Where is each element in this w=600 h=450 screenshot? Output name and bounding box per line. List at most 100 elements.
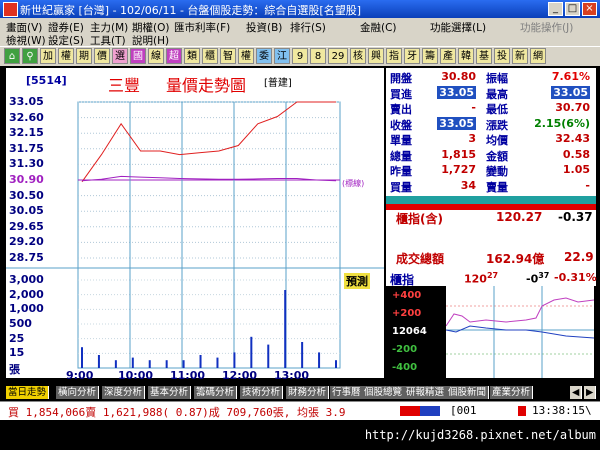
tab-chips[interactable]: 籌碼分析 [194, 386, 238, 399]
quote-value: 7.61% [551, 70, 590, 83]
toolbar-btn-19[interactable]: 興 [368, 48, 384, 64]
toolbar-btn-21[interactable]: 牙 [404, 48, 420, 64]
y-tick-label: 28.75 [9, 251, 44, 264]
toolbar-btn-14[interactable]: 江 [274, 48, 290, 64]
volume-bar [233, 352, 236, 368]
menu-invest[interactable]: 投資(B) [246, 20, 282, 35]
tab-depth[interactable]: 深度分析 [102, 386, 146, 399]
ref-line-label: (標線) [342, 179, 365, 188]
quote-row: 買進 33.05 最高 33.05 [386, 85, 594, 102]
menu-function-select[interactable]: 功能選擇(L) [430, 20, 486, 35]
volume-bar [267, 344, 270, 368]
status-time: 13:38:15\ [532, 404, 592, 417]
x-tick-label: 11:00 [170, 369, 206, 382]
quote-value: 2.15(6%) [534, 116, 590, 130]
close-button[interactable]: × [582, 2, 597, 16]
quote-value: 1.05 [562, 163, 590, 176]
status-indicator [400, 406, 440, 416]
menu-finance[interactable]: 金融(C) [360, 20, 397, 35]
y-tick-label: 33.05 [9, 95, 44, 108]
quote-label: 買進 [390, 87, 412, 101]
toolbar-btn-24[interactable]: 韓 [458, 48, 474, 64]
toolbar-btn-23[interactable]: 產 [440, 48, 456, 64]
menu-function-op[interactable]: 功能操作(J) [520, 20, 573, 35]
bid-ask-bar [386, 196, 596, 204]
volume-tick-label: 3,000 [9, 273, 44, 286]
status-code-value: 001 [456, 404, 477, 417]
quote-value: - [585, 178, 590, 192]
tab-industry[interactable]: 產業分析 [490, 386, 534, 399]
minimize-button[interactable]: _ [548, 2, 563, 16]
status-time-value: 13:38:15 [532, 404, 585, 417]
toolbar-btn-2[interactable]: 權 [58, 48, 74, 64]
tab-financial[interactable]: 財務分析 [286, 386, 330, 399]
tab-overview[interactable]: 個股總覽 [362, 386, 406, 399]
toolbar-btn-7[interactable]: 線 [148, 48, 164, 64]
toolbar-btn-9[interactable]: 類 [184, 48, 200, 64]
toolbar-btn-27[interactable]: 新 [512, 48, 528, 64]
index-label: 櫃指(含) [396, 212, 443, 226]
home-icon[interactable]: ⌂ [4, 48, 20, 64]
mini-tick-1: +400 [392, 290, 422, 301]
quote-label: 最高 [486, 87, 508, 101]
toolbar-btn-15[interactable]: 9 [292, 48, 308, 64]
y-tick-label: 30.50 [9, 188, 44, 202]
forecast-button[interactable]: 預測 [344, 273, 370, 289]
tab-reports[interactable]: 研報精選 [404, 386, 448, 399]
search-icon[interactable]: ⚲ [22, 48, 38, 64]
toolbar-btn-8[interactable]: 超 [166, 48, 182, 64]
quote-value: 1,727 [441, 163, 476, 176]
toolbar-btn-5[interactable]: 選 [112, 48, 128, 64]
mini-chart-area[interactable]: +400 +200 12064 -200 -400 [386, 286, 596, 378]
toolbar-btn-11[interactable]: 智 [220, 48, 236, 64]
tab-news[interactable]: 個股新聞 [446, 386, 490, 399]
mini-tick-4: -200 [392, 344, 418, 355]
toolbar-btn-10[interactable]: 櫃 [202, 48, 218, 64]
quote-label: 買量 [390, 180, 412, 194]
app-icon [3, 2, 18, 17]
tab-bar: 當日走勢 橫向分析 深度分析 基本分析 籌碼分析 技術分析 財務分析 行事曆 個… [0, 386, 600, 400]
tab-technical[interactable]: 技術分析 [240, 386, 284, 399]
maximize-button[interactable]: □ [565, 2, 580, 16]
toolbar-btn-22[interactable]: 籌 [422, 48, 438, 64]
toolbar-btn-13[interactable]: 委 [256, 48, 272, 64]
toolbar-btn-26[interactable]: 投 [494, 48, 510, 64]
toolbar-btn-3[interactable]: 期 [76, 48, 92, 64]
toolbar: ⌂ ⚲ 加 權 期 價 選 國 線 超 類 櫃 智 權 委 江 9 8 29 核… [0, 46, 600, 66]
toolbar-btn-18[interactable]: 核 [350, 48, 366, 64]
tab-horizontal[interactable]: 橫向分析 [56, 386, 100, 399]
quote-label: 最低 [486, 103, 508, 116]
y-tick-label: 29.20 [9, 235, 44, 249]
toolbar-btn-1[interactable]: 加 [40, 48, 56, 64]
toolbar-btn-6[interactable]: 國 [130, 48, 146, 64]
mini-pct: -0.31% [554, 271, 597, 284]
toolbar-btn-25[interactable]: 基 [476, 48, 492, 64]
quote-value: 33.05 [437, 85, 476, 99]
amount-value: 162.94億 [486, 252, 545, 266]
status-bar: 買 1,854,066賣 1,621,988( 0.87)成 709,760張,… [0, 401, 600, 420]
quote-label: 收盤 [390, 118, 412, 132]
tab-basic[interactable]: 基本分析 [148, 386, 192, 399]
volume-bar [199, 355, 202, 368]
toolbar-btn-16[interactable]: 8 [310, 48, 326, 64]
menu-ranking[interactable]: 排行(S) [290, 20, 326, 35]
tab-scroll-right-icon[interactable]: ▶ [584, 386, 597, 399]
toolbar-btn-17[interactable]: 29 [328, 48, 348, 64]
toolbar-btn-28[interactable]: 網 [530, 48, 546, 64]
status-code: [001 [450, 404, 477, 417]
toolbar-btn-4[interactable]: 價 [94, 48, 110, 64]
tab-today[interactable]: 當日走勢 [6, 386, 50, 399]
mini-change-sup: 37 [538, 271, 550, 280]
menu-forex[interactable]: 匯市利率(F) [174, 20, 230, 35]
toolbar-btn-12[interactable]: 權 [238, 48, 254, 64]
tab-scroll-left-icon[interactable]: ◀ [570, 386, 583, 399]
footer-url: http://kujd3268.pixnet.net/album [364, 428, 596, 442]
price-volume-chart[interactable]: [5514] 三豐 量價走勢圖 [普建] 33.05 32.60 32.15 31.7… [6, 68, 384, 382]
quote-value: 33.05 [437, 116, 476, 130]
volume-bar [250, 336, 253, 368]
tab-calendar[interactable]: 行事曆 [330, 386, 364, 399]
quote-label: 振幅 [486, 72, 508, 85]
mini-change-main: -0 [526, 272, 539, 286]
quote-label: 均價 [486, 134, 508, 147]
toolbar-btn-20[interactable]: 指 [386, 48, 402, 64]
